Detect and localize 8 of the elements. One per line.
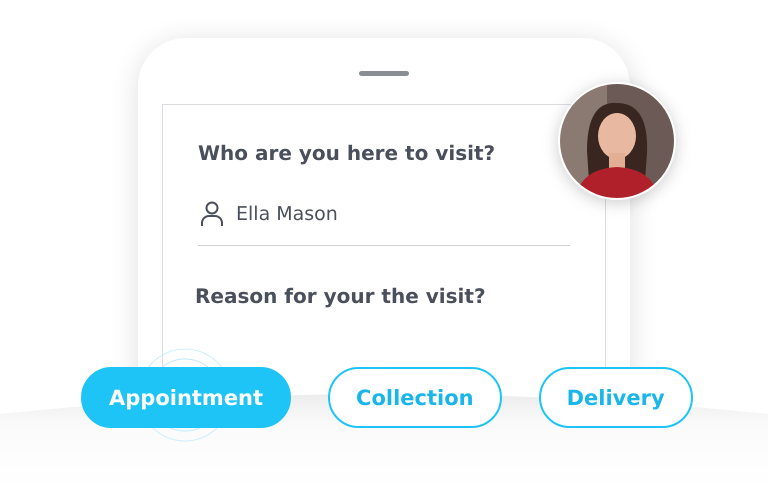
speaker-bar	[359, 71, 409, 76]
reason-button[interactable]: Collection	[328, 367, 502, 428]
person-icon	[200, 201, 224, 227]
reason-button[interactable]: Appointment	[81, 367, 292, 428]
question-label: Who are you here to visit?	[198, 141, 496, 165]
host-field[interactable]: Ella Mason	[198, 201, 570, 246]
question-label: Reason for your the visit?	[195, 284, 487, 308]
reason-button[interactable]: Delivery	[538, 367, 693, 428]
